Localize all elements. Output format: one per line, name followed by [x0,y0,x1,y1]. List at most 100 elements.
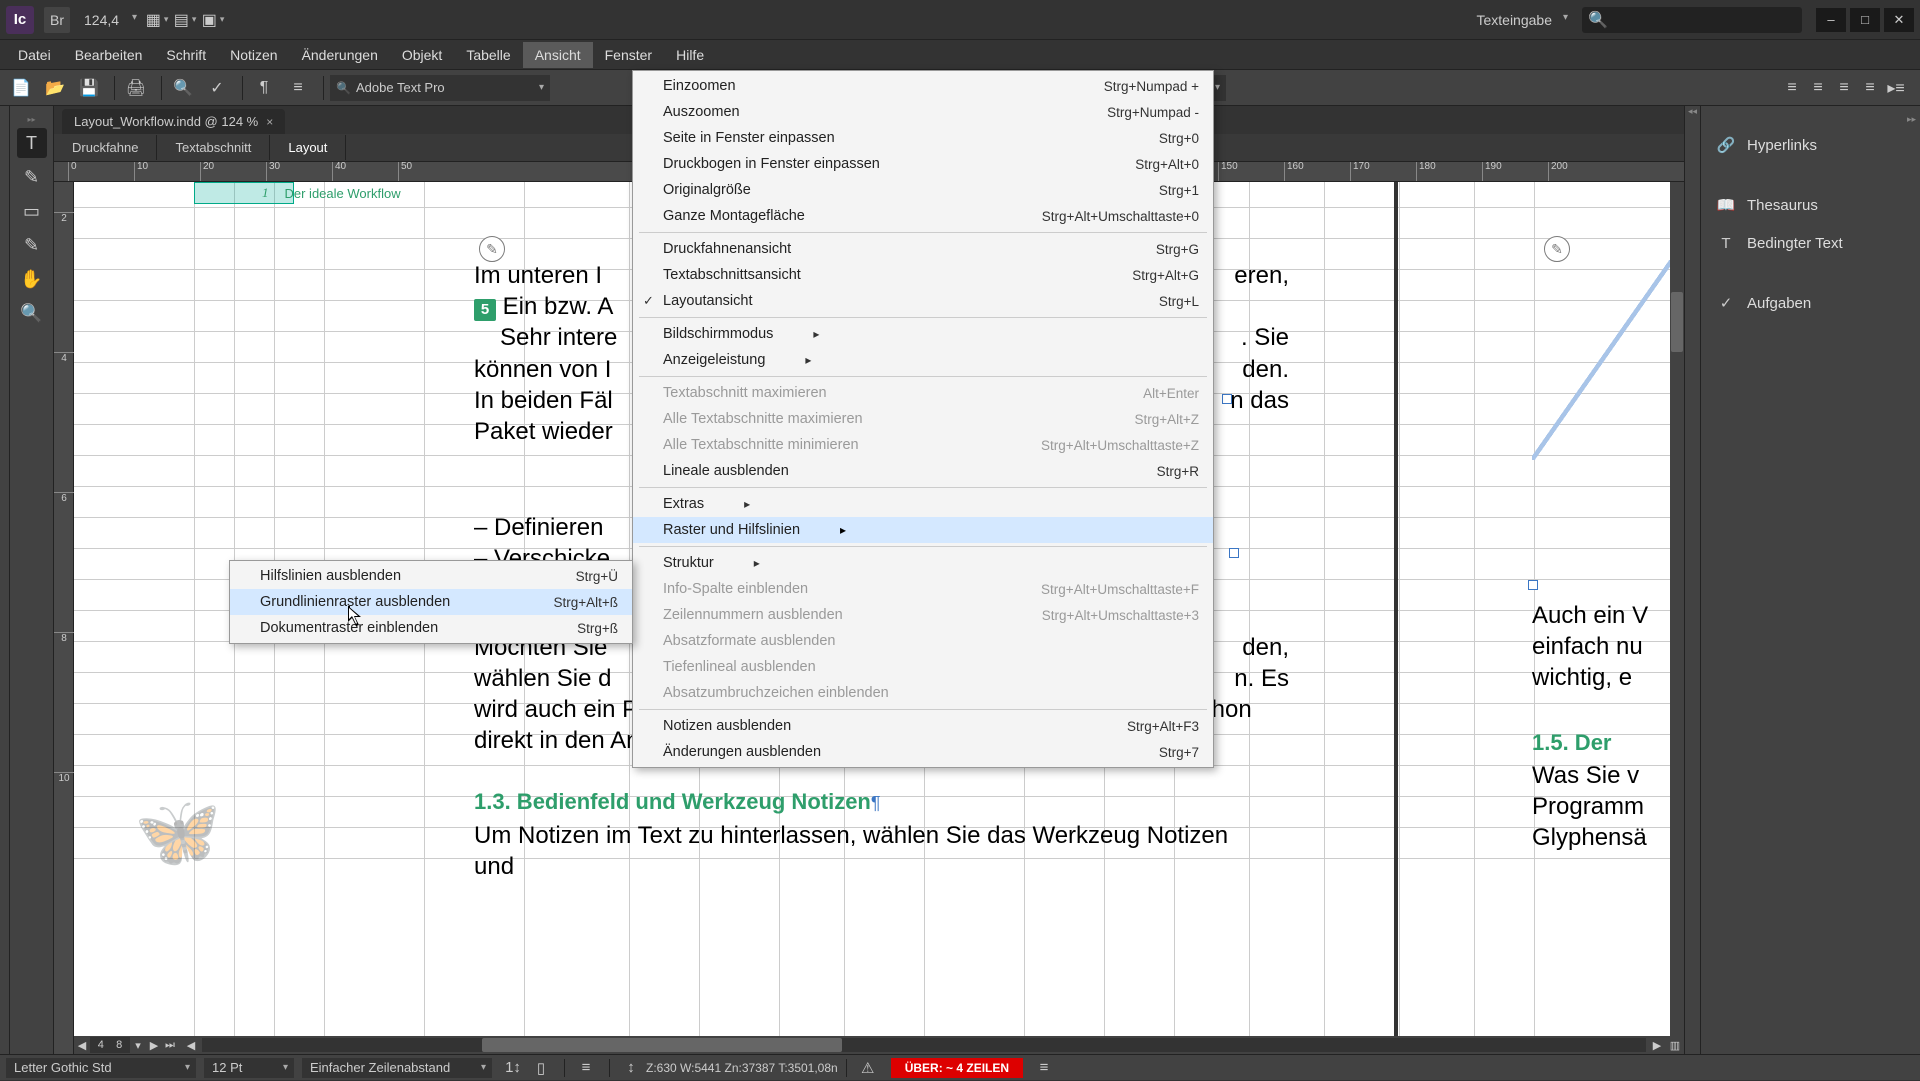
panel-collapse-icon[interactable]: ▸▸ [1701,114,1920,126]
ansicht-menu-dropdown[interactable]: EinzoomenStrg+Numpad +AuszoomenStrg+Nump… [632,70,1214,768]
menu-item[interactable]: Anzeigeleistung [633,347,1213,373]
hscroll-track[interactable] [202,1038,1646,1052]
menu-fenster[interactable]: Fenster [593,42,664,68]
view-options-1[interactable]: ▦ [143,6,171,34]
vertical-scrollbar[interactable] [1670,182,1684,1036]
menu-ansicht[interactable]: Ansicht [523,42,593,68]
panel-aufgaben[interactable]: ✓Aufgaben [1701,284,1920,322]
outport-icon[interactable] [1222,394,1232,404]
panel-dock-collapsed[interactable]: ◂◂ [1684,106,1700,1054]
arrange-documents[interactable]: ▣ [199,6,227,34]
spellcheck-icon[interactable]: ✓ [202,74,232,102]
submenu-item[interactable]: Hilfslinien ausblendenStrg+Ü [230,563,632,589]
note-anchor-icon[interactable] [479,236,505,262]
menu-item[interactable]: Extras [633,491,1213,517]
view-options-2[interactable]: ▤ [171,6,199,34]
panel-thesaurus[interactable]: 📖Thesaurus [1701,186,1920,224]
bridge-button[interactable]: Br [44,7,70,33]
view-tab-druckfahne[interactable]: Druckfahne [54,135,157,160]
scroll-left-icon[interactable]: ◀ [182,1036,200,1054]
menu-bearbeiten[interactable]: Bearbeiten [63,42,155,68]
align-status-icon[interactable]: ≡ [573,1055,599,1081]
column-icon[interactable]: ▯ [528,1055,554,1081]
status-size-dropdown[interactable]: 12 Pt [204,1058,294,1078]
hscroll-thumb[interactable] [482,1038,842,1052]
menu-item[interactable]: TextabschnittsansichtStrg+Alt+G [633,262,1213,288]
panel-bedingter-text[interactable]: TBedingter Text [1701,224,1920,262]
menu-item[interactable]: Bildschirmmodus [633,321,1213,347]
overset-icon[interactable]: ⚠ [855,1055,881,1081]
close-tab-icon[interactable]: × [266,115,273,129]
menu-hilfe[interactable]: Hilfe [664,42,716,68]
flyout-icon[interactable]: ≡ [283,74,313,102]
menu-item[interactable]: DruckfahnenansichtStrg+G [633,236,1213,262]
find-icon[interactable]: 🔍 [168,74,198,102]
split-view-icon[interactable]: ▥ [1666,1036,1684,1054]
menu-item[interactable]: ✓LayoutansichtStrg+L [633,288,1213,314]
last-page-icon[interactable]: ⏭ [162,1039,178,1052]
window-minimize[interactable]: – [1816,8,1846,32]
page-number-field[interactable] [90,1037,130,1053]
menu-item[interactable]: Änderungen ausblendenStrg+7 [633,739,1213,765]
page-dropdown-icon[interactable]: ▾ [130,1039,146,1052]
body-paragraph-right[interactable]: Was Sie v Programm Glyphensä [1532,760,1684,854]
inport-icon[interactable] [1528,580,1538,590]
pilcrow-icon[interactable]: ¶ [249,74,279,102]
tools-handle[interactable]: ▸▸ [15,114,49,124]
help-search[interactable]: 🔍 [1582,7,1802,33]
position-tool[interactable]: ▭ [17,196,47,226]
menu-aenderungen[interactable]: Änderungen [290,42,390,68]
note-anchor-icon[interactable] [1544,236,1570,262]
vertical-ruler[interactable]: 246810 [54,182,74,1054]
note-tool[interactable]: ✎ [17,162,47,192]
align-justify-icon[interactable]: ≡ [1858,76,1882,100]
align-left-icon[interactable]: ≡ [1780,76,1804,100]
align-center-icon[interactable]: ≡ [1806,76,1830,100]
menu-schrift[interactable]: Schrift [154,42,218,68]
menu-item[interactable]: Struktur [633,550,1213,576]
window-maximize[interactable]: □ [1850,8,1880,32]
menu-item[interactable]: AuszoomenStrg+Numpad - [633,99,1213,125]
status-flyout-icon[interactable]: ≡ [1031,1055,1057,1081]
next-page-icon[interactable]: ▶ [146,1039,162,1052]
depth-icon[interactable]: ↕ [618,1055,644,1081]
align-right-icon[interactable]: ≡ [1832,76,1856,100]
new-icon[interactable]: 📄 [6,74,36,102]
eyedropper-tool[interactable]: ✎ [17,230,47,260]
view-tab-layout[interactable]: Layout [270,135,346,160]
font-family-dropdown[interactable]: Adobe Text Pro [330,75,550,101]
body-paragraph[interactable]: Um Notizen im Text zu hinterlassen, wähl… [474,820,1274,882]
panel-hyperlinks[interactable]: 🔗Hyperlinks [1701,126,1920,164]
overset-warning[interactable]: ÜBER: ~ 4 ZEILEN [891,1058,1023,1078]
open-icon[interactable]: 📂 [40,74,70,102]
outport-icon[interactable] [1229,548,1239,558]
type-tool[interactable]: T [17,128,47,158]
window-close[interactable]: ✕ [1884,8,1914,32]
menu-datei[interactable]: Datei [6,42,63,68]
zoom-level-dropdown[interactable]: 124,4 [76,8,143,32]
menu-tabelle[interactable]: Tabelle [454,42,522,68]
menu-item[interactable]: Notizen ausblendenStrg+Alt+F3 [633,713,1213,739]
status-font-dropdown[interactable]: Letter Gothic Std [6,1058,196,1078]
menu-item[interactable]: Ganze MontageflächeStrg+Alt+Umschalttast… [633,203,1213,229]
status-leading-dropdown[interactable]: Einfacher Zeilenabstand [302,1058,492,1078]
menu-item[interactable]: Lineale ausblendenStrg+R [633,458,1213,484]
prev-page-icon[interactable]: ◀ [74,1039,90,1052]
menu-item[interactable]: Seite in Fenster einpassenStrg+0 [633,125,1213,151]
scroll-right-icon[interactable]: ▶ [1648,1036,1666,1054]
raster-submenu[interactable]: Hilfslinien ausblendenStrg+ÜGrundlinienr… [229,560,633,644]
workspace-switcher[interactable]: Texteingabe [1466,8,1572,32]
document-tab[interactable]: Layout_Workflow.indd @ 124 % × [62,109,285,134]
view-tab-textabschnitt[interactable]: Textabschnitt [157,135,270,160]
menu-item[interactable]: OriginalgrößeStrg+1 [633,177,1213,203]
zoom-tool[interactable]: 🔍 [17,298,47,328]
lines-icon[interactable]: 1↕ [500,1055,526,1081]
text-frame-right[interactable]: Auch ein V einfach nu wichtig, e [1532,600,1684,694]
save-icon[interactable]: 💾 [74,74,104,102]
menu-item[interactable]: Druckbogen in Fenster einpassenStrg+Alt+… [633,151,1213,177]
submenu-item[interactable]: Dokumentraster einblendenStrg+ß [230,615,632,641]
options-overflow-icon[interactable]: ▸≡ [1884,76,1908,100]
menu-objekt[interactable]: Objekt [390,42,454,68]
hand-tool[interactable]: ✋ [17,264,47,294]
print-icon[interactable]: 🖨 [121,74,151,102]
